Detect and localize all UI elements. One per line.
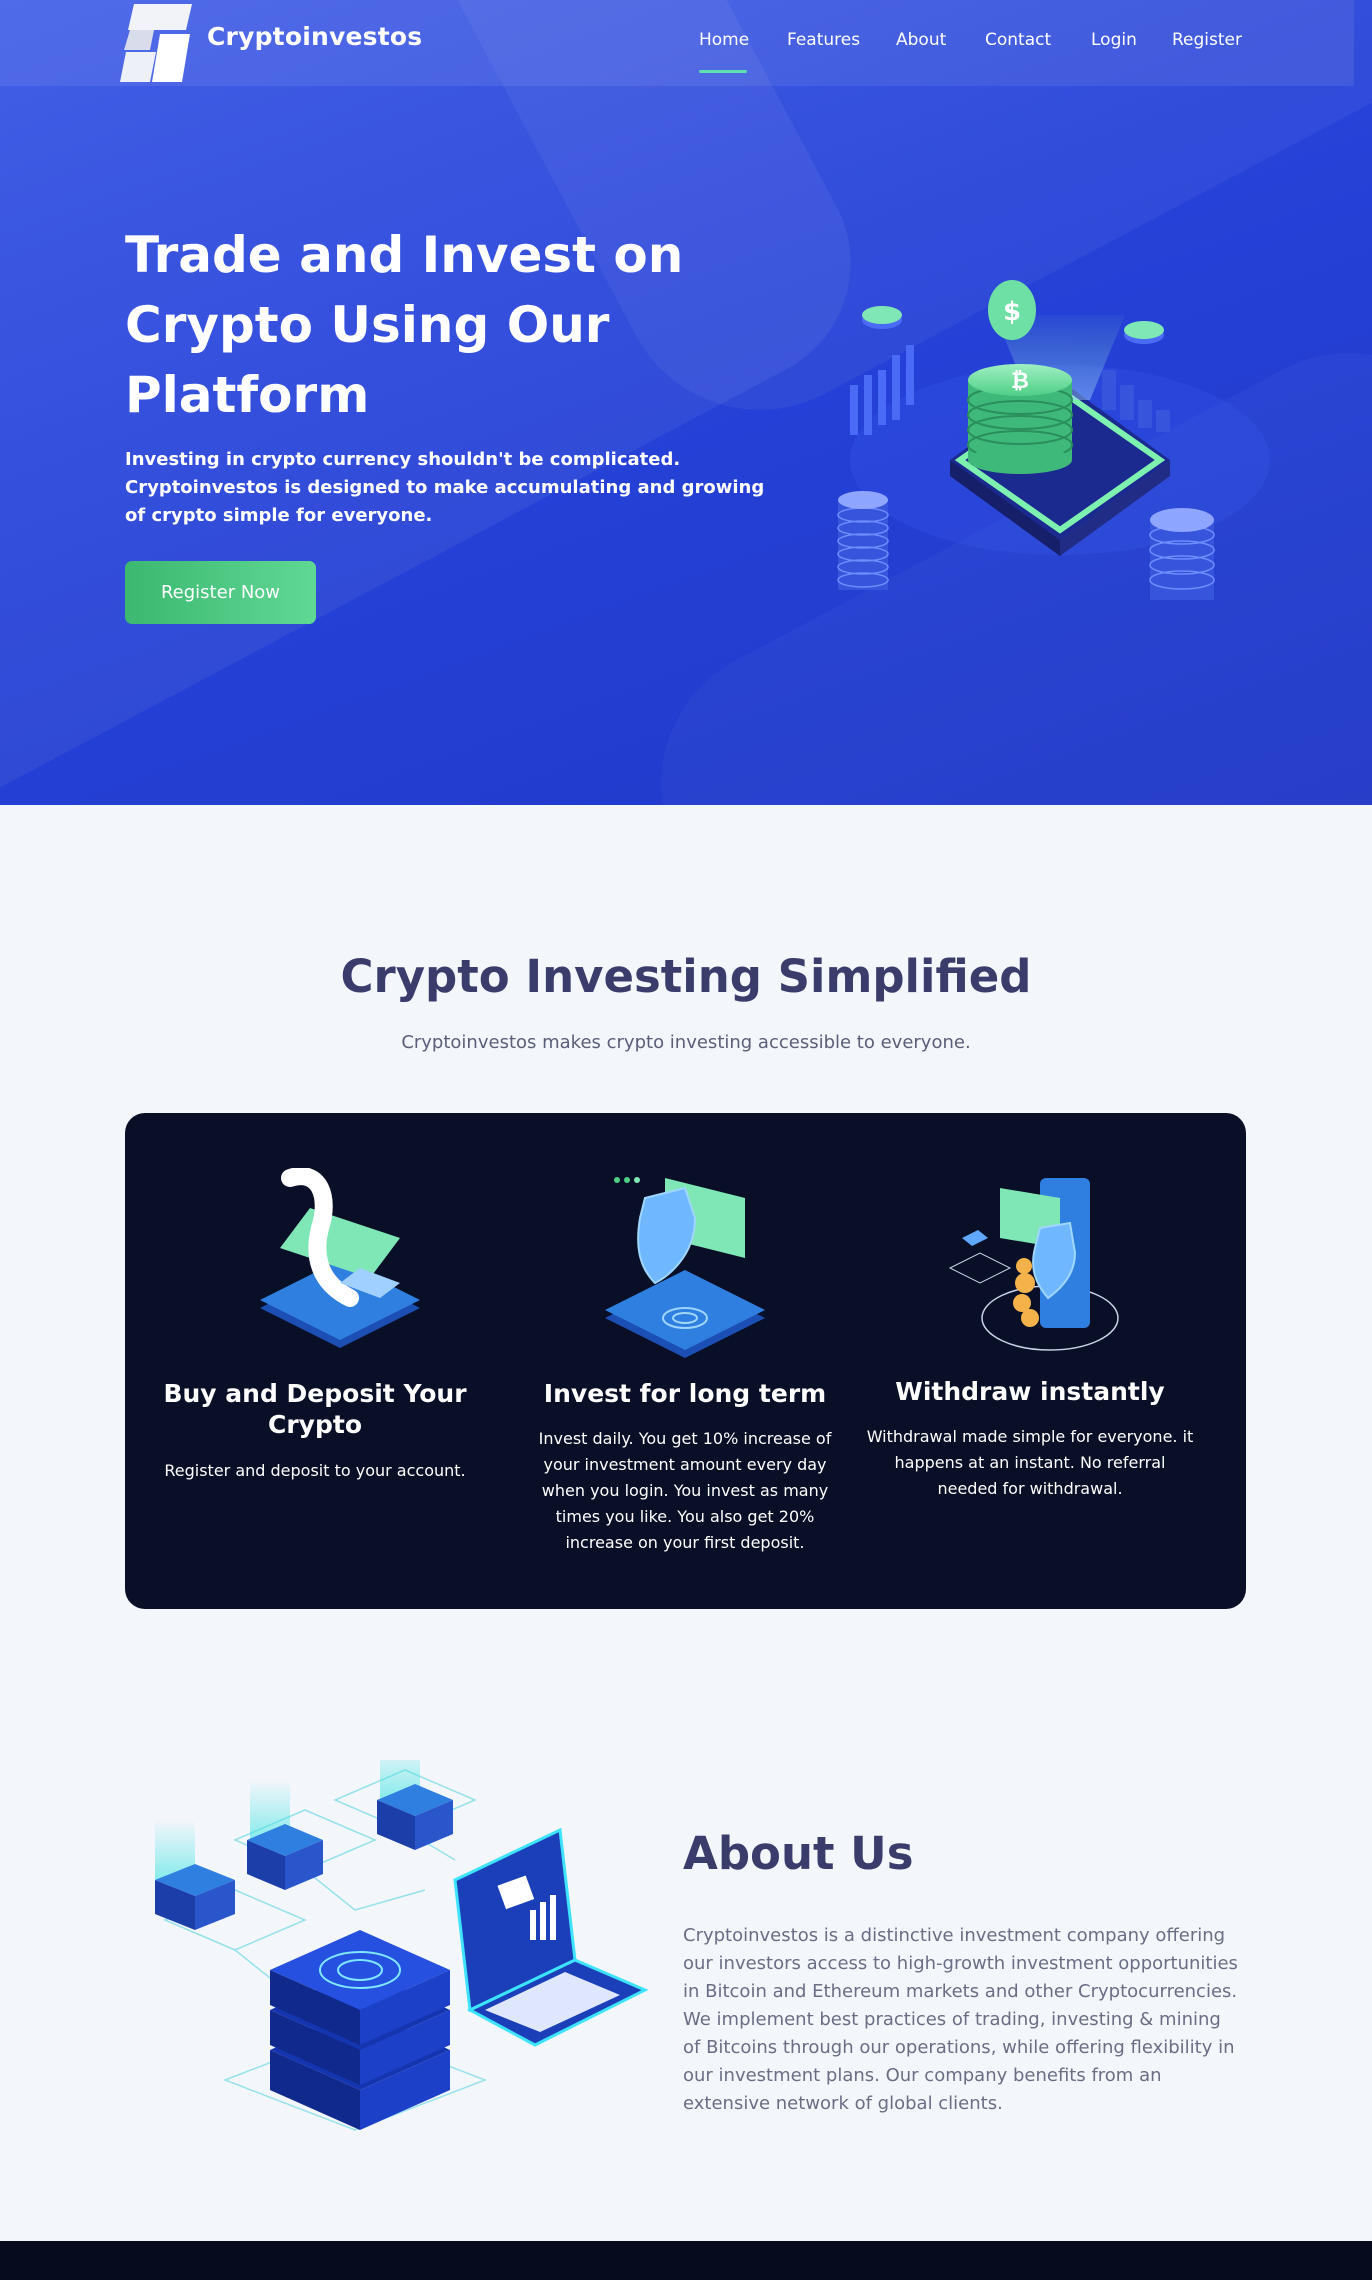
card-withdraw-illustration bbox=[948, 1178, 1119, 1351]
feature-text: Register and deposit to your account. bbox=[164, 1461, 466, 1480]
card-invest-illustration bbox=[605, 1177, 765, 1358]
feature-title: Withdraw instantly bbox=[895, 1377, 1165, 1406]
footer bbox=[0, 2241, 1372, 2280]
features-card: Buy and Deposit Your Crypto Register and… bbox=[125, 1113, 1246, 1609]
card-deposit-illustration bbox=[260, 1168, 420, 1348]
section-subtitle: Cryptoinvestos makes crypto investing ac… bbox=[401, 1032, 971, 1053]
hero-section: Cryptoinvestos Home Features About Conta… bbox=[0, 0, 1372, 805]
crypto-platform-illustration: ₿ $ bbox=[837, 280, 1270, 600]
hero-title: Trade and Invest on Crypto Using Our Pla… bbox=[125, 226, 684, 424]
about-title: About Us bbox=[683, 1827, 914, 1880]
nav-item-login[interactable]: Login bbox=[1091, 30, 1137, 50]
nav-item-features[interactable]: Features bbox=[787, 30, 860, 50]
section-title: Crypto Investing Simplified bbox=[340, 950, 1032, 1003]
brand-logo-icon[interactable] bbox=[120, 4, 194, 82]
hero-subtitle: Investing in crypto currency shouldn't b… bbox=[125, 449, 765, 526]
svg-text:₿: ₿ bbox=[1011, 369, 1029, 394]
nav-item-home[interactable]: Home bbox=[699, 30, 749, 50]
blockchain-network-illustration bbox=[155, 1760, 649, 2131]
nav-item-register[interactable]: Register bbox=[1172, 30, 1242, 50]
nav-item-about[interactable]: About bbox=[896, 30, 946, 50]
brand-name[interactable]: Cryptoinvestos bbox=[207, 22, 422, 51]
feature-text: Invest daily. You get 10% increase of yo… bbox=[538, 1429, 832, 1552]
feature-title: Buy and Deposit Your Crypto bbox=[163, 1379, 467, 1439]
feature-title: Invest for long term bbox=[543, 1379, 827, 1408]
nav-item-contact[interactable]: Contact bbox=[985, 30, 1051, 50]
register-now-button[interactable]: Register Now bbox=[125, 561, 316, 624]
navbar: Cryptoinvestos Home Features About Conta… bbox=[0, 0, 1354, 86]
nav-active-indicator bbox=[699, 70, 747, 73]
feature-text: Withdrawal made simple for everyone. it … bbox=[866, 1427, 1194, 1498]
about-text: Cryptoinvestos is a distinctive investme… bbox=[683, 1925, 1238, 2114]
svg-text:$: $ bbox=[1003, 297, 1021, 327]
